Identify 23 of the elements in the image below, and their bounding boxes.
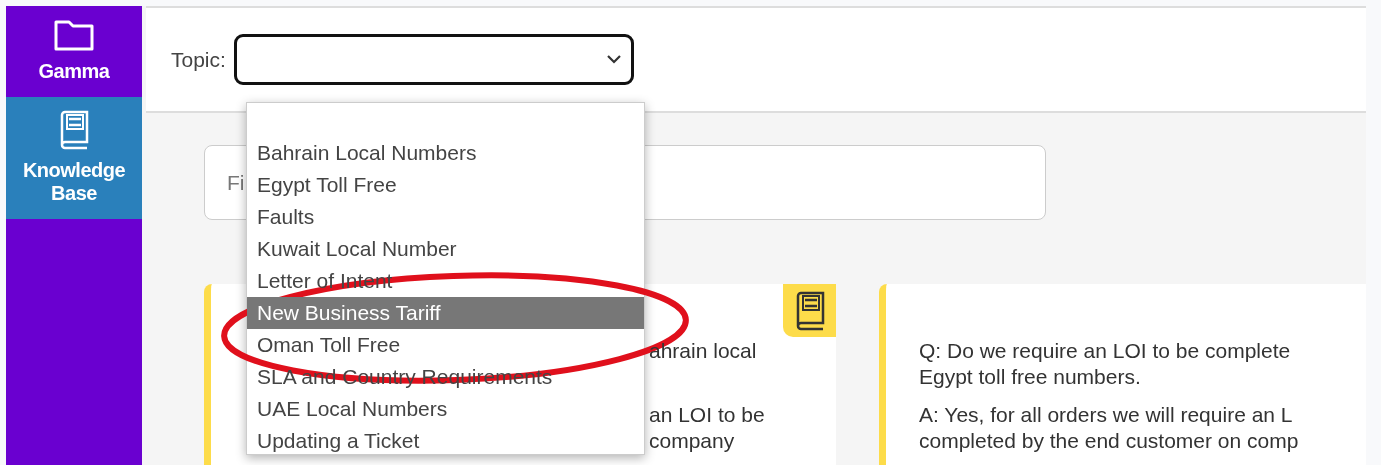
card-text: company [649,428,736,454]
sidebar-item[interactable]: Knowledge Base [6,97,142,219]
book-icon [58,109,90,151]
dropdown-option[interactable]: Egypt Toll Free [247,169,644,201]
topic-select[interactable] [233,34,634,85]
knowledge-badge[interactable] [783,284,836,337]
dropdown-option[interactable]: Faults [247,201,644,233]
folder-icon [53,18,95,52]
card-text: completed by the end customer on comp [919,428,1300,454]
card-text: A: Yes, for all orders we will require an L [919,402,1294,428]
dropdown-option[interactable]: New Business Tariff [247,297,644,329]
topic-label: Topic: [171,47,226,72]
dropdown-option[interactable]: Bahrain Local Numbers [247,137,644,169]
card-text: Q: Do we require an LOI to be complete [919,338,1292,364]
card-text: ahrain local [649,338,758,364]
dropdown-option[interactable]: Updating a Ticket [247,425,644,457]
dropdown-option[interactable]: UAE Local Numbers [247,393,644,425]
sidebar-item[interactable]: Gamma [6,6,142,97]
chevron-icon [606,55,621,64]
dropdown-option[interactable]: Oman Toll Free [247,329,644,361]
card-text: an LOI to be [649,402,766,428]
card-text: Egypt toll free numbers. [919,364,1142,390]
dropdown-option[interactable]: Kuwait Local Number [247,233,644,265]
